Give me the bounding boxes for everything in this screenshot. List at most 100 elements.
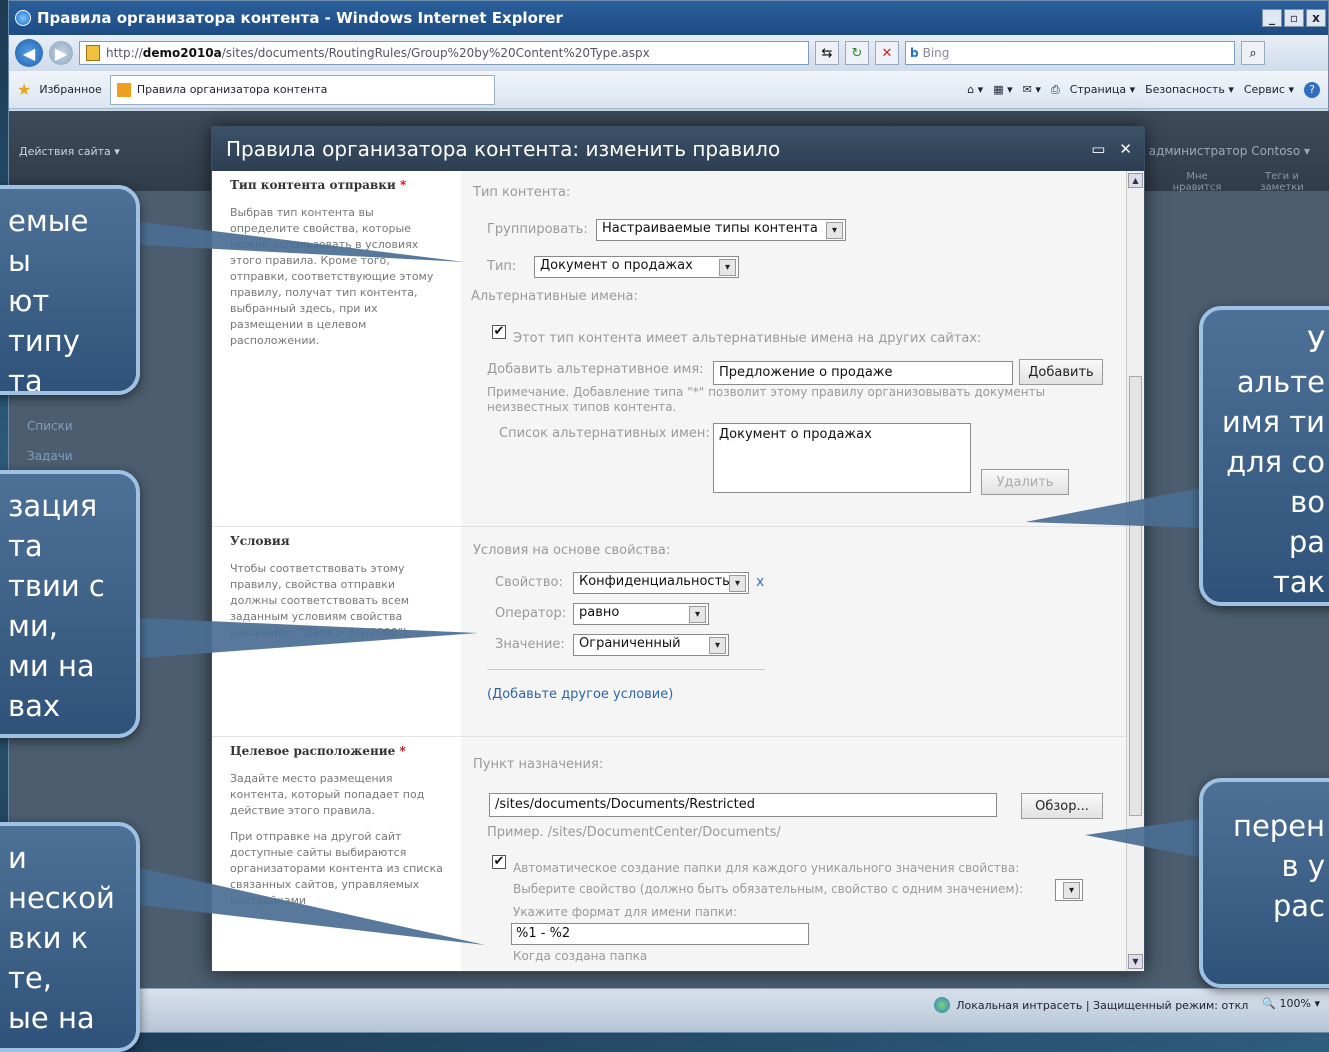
value-select[interactable]: Ограниченный <box>573 634 729 656</box>
section-description: Чтобы соответствовать этому правилу, сво… <box>230 562 410 639</box>
property-label: Свойство: <box>495 575 563 590</box>
favorites-star-icon[interactable]: ★ <box>17 80 31 99</box>
nav-tasks[interactable]: Задачи <box>27 441 73 471</box>
browser-tab[interactable]: Правила организатора контента <box>109 74 495 105</box>
url-text: http://demo2010a/sites/documents/Routing… <box>106 46 650 60</box>
tags-notes-button[interactable]: Теги и заметки <box>1248 171 1316 193</box>
mail-icon[interactable]: ✉ ▾ <box>1023 83 1041 96</box>
tab-page-icon <box>116 82 131 97</box>
alt-names-checkbox[interactable]: ✔ <box>492 325 506 339</box>
conditions-label: Условия на основе свойства: <box>473 543 671 558</box>
group-select[interactable]: Настраиваемые типы контента <box>596 219 846 241</box>
stop-icon[interactable]: ✕ <box>875 41 899 65</box>
security-zone[interactable]: Локальная интрасеть | Защищенный режим: … <box>934 997 1248 1013</box>
home-icon[interactable]: ⌂ ▾ <box>967 83 983 96</box>
address-row: ◀ ▶ http://demo2010a/sites/documents/Rou… <box>9 35 1328 71</box>
alt-checkbox-label: Этот тип контента имеет альтернативные и… <box>513 331 982 346</box>
like-button[interactable]: Мне нравится <box>1166 171 1228 193</box>
section-heading: Условия <box>230 534 290 548</box>
favorites-label[interactable]: Избранное <box>39 83 101 96</box>
add-alt-label: Добавить альтернативное имя: <box>487 362 704 377</box>
add-condition-link[interactable]: (Добавьте другое условие) <box>487 687 673 702</box>
callout-conditions: зация та твии с ми, ми на вах <box>0 470 140 738</box>
bing-icon: b <box>910 46 919 60</box>
search-placeholder: Bing <box>922 46 950 60</box>
browse-button[interactable]: Обзор... <box>1021 793 1103 819</box>
section-conditions-desc: Условия Чтобы соответствовать этому прав… <box>212 527 461 736</box>
intranet-globe-icon <box>934 997 951 1013</box>
section-description: Выбрав тип контента вы определите свойст… <box>230 206 434 347</box>
destination-example: Пример. /sites/DocumentCenter/Documents/ <box>487 825 781 840</box>
page-icon <box>86 45 100 61</box>
folder-property-select[interactable] <box>1055 879 1083 901</box>
tab-label: Правила организатора контента <box>136 83 328 96</box>
status-bar: Локальная интрасеть | Защищенный режим: … <box>9 988 1329 1032</box>
alt-note: Примечание. Добавление типа "*" позволит… <box>487 385 1046 414</box>
content-type-label: Тип контента: <box>473 185 571 200</box>
maximize-dialog-icon[interactable]: ▭ <box>1091 140 1105 158</box>
callout-destination: и неской вки к те, ые на <box>0 822 140 1052</box>
search-icon[interactable]: ⌕ <box>1241 41 1265 65</box>
edit-rule-dialog: Правила организатора контента: изменить … <box>211 126 1145 972</box>
close-window-button[interactable]: x <box>1306 9 1326 27</box>
folder-format-label: Укажите формат для имени папки: <box>513 905 737 919</box>
print-icon[interactable]: ⎙ <box>1051 83 1060 97</box>
remove-button[interactable]: Удалить <box>981 469 1069 495</box>
zoom-level[interactable]: 🔍 100% ▾ <box>1262 997 1320 1010</box>
operator-select[interactable]: равно <box>573 603 709 625</box>
search-input[interactable]: b Bing <box>905 41 1235 65</box>
property-select[interactable]: Конфиденциальность <box>573 572 749 594</box>
nav-lists[interactable]: Списки <box>27 411 73 441</box>
compat-view-icon[interactable]: ⇆ <box>815 41 839 65</box>
alt-list-label: Список альтернативных имен: <box>499 426 710 441</box>
section-heading: Целевое расположение * <box>230 744 406 758</box>
dialog-title: Правила организатора контента: изменить … <box>226 137 781 161</box>
ie-logo-icon <box>15 10 31 26</box>
section-conditions-fields: Условия на основе свойства: Свойство: Ко… <box>461 527 1128 736</box>
maximize-button[interactable]: ▫ <box>1284 9 1304 27</box>
address-bar[interactable]: http://demo2010a/sites/documents/Routing… <box>79 41 809 65</box>
window-title: Правила организатора контента - Windows … <box>37 9 563 27</box>
minimize-button[interactable]: _ <box>1262 9 1282 27</box>
delete-condition-icon[interactable]: x <box>756 574 764 590</box>
scroll-up-icon[interactable]: ▲ <box>1128 173 1143 188</box>
alt-names-list[interactable]: Документ о продажах <box>713 423 971 493</box>
quick-launch: Списки Задачи <box>27 411 73 471</box>
divider <box>487 669 765 670</box>
callout-auto-folder: перен в у рас <box>1199 778 1329 988</box>
feeds-icon[interactable]: ▦ ▾ <box>993 83 1012 96</box>
auto-folder-label: Автоматическое создание папки для каждог… <box>513 861 1020 875</box>
site-actions-menu[interactable]: Действия сайта ▾ <box>19 145 120 158</box>
command-bar: ⌂ ▾ ▦ ▾ ✉ ▾ ⎙ Страница ▾ Безопасность ▾ … <box>967 81 1320 98</box>
close-dialog-icon[interactable]: ✕ <box>1119 140 1132 158</box>
user-menu[interactable]: администратор Contoso ▾ <box>1149 144 1310 158</box>
section-description-1: Задайте место размещения контента, котор… <box>230 772 425 817</box>
dialog-scrollbar[interactable]: ▲ ▼ <box>1126 171 1144 971</box>
add-button[interactable]: Добавить <box>1019 359 1103 385</box>
add-alt-input[interactable]: Предложение о продаже <box>713 361 1013 385</box>
cmd-page[interactable]: Страница ▾ <box>1070 83 1135 96</box>
group-label: Группировать: <box>487 222 588 237</box>
cmd-tools[interactable]: Сервис ▾ <box>1244 83 1294 96</box>
auto-folder-checkbox[interactable]: ✔ <box>492 855 506 869</box>
cmd-security[interactable]: Безопасность ▾ <box>1145 83 1234 96</box>
destination-input[interactable]: /sites/documents/Documents/Restricted <box>489 793 997 817</box>
help-icon[interactable]: ? <box>1304 81 1320 98</box>
section-description-2: При отправке на другой сайт доступные са… <box>230 830 443 907</box>
forward-button[interactable]: ▶ <box>49 41 73 65</box>
scroll-down-icon[interactable]: ▼ <box>1128 954 1143 969</box>
favorites-bar: ★ Избранное Правила организатора контент… <box>9 71 1328 109</box>
section-content-type-fields: Тип контента: Группировать: Настраиваемы… <box>461 171 1128 526</box>
callout-content-type: емые ы ют типу та <box>0 185 140 395</box>
section-destination-fields: Пункт назначения: /sites/documents/Docum… <box>461 737 1128 971</box>
value-label: Значение: <box>495 637 565 652</box>
section-destination: Целевое расположение * Задайте место раз… <box>212 737 1128 971</box>
refresh-icon[interactable]: ↻ <box>845 41 869 65</box>
section-conditions: Условия Чтобы соответствовать этому прав… <box>212 527 1128 737</box>
operator-label: Оператор: <box>495 606 567 621</box>
folder-format-input[interactable]: %1 - %2 <box>511 923 809 945</box>
back-button[interactable]: ◀ <box>15 39 43 67</box>
dialog-body: Тип контента отправки * Выбрав тип конте… <box>212 171 1128 971</box>
scroll-thumb[interactable] <box>1129 376 1142 816</box>
type-select[interactable]: Документ о продажах <box>534 256 739 278</box>
